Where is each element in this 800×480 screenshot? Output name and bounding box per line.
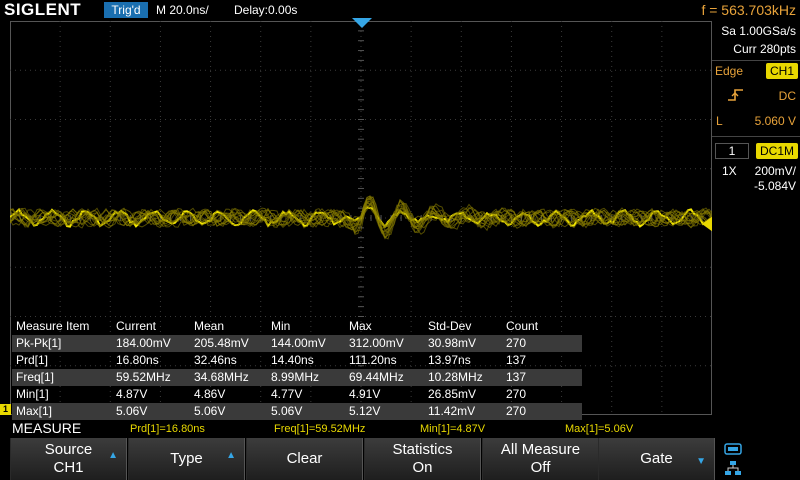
table-cell: 270: [506, 336, 527, 350]
column-header: Max: [349, 319, 372, 333]
menu-title: MEASURE: [12, 420, 82, 436]
table-cell: 32.46ns: [194, 353, 237, 367]
column-header: Std-Dev: [428, 319, 472, 333]
table-cell: 137: [506, 353, 527, 367]
channel1-offset-marker[interactable]: 1: [0, 404, 11, 415]
delay-readout: Delay:0.00s: [234, 3, 298, 17]
channel1-waveform: [10, 195, 712, 240]
statistics-softkey[interactable]: Statistics On: [364, 438, 481, 480]
column-header: Mean: [194, 319, 225, 333]
softkey-value: CH1: [53, 459, 84, 476]
column-header: Min: [271, 319, 291, 333]
gate-softkey[interactable]: Gate ▼: [598, 438, 715, 480]
memory-depth: Curr 280pts: [733, 42, 796, 56]
measure-summary: Min[1]=4.87V: [420, 423, 486, 435]
softkey-value: Off: [530, 459, 551, 476]
volts-per-div: 200mV/: [754, 164, 796, 178]
measure-item: Pk-Pk[1]: [16, 336, 62, 350]
table-cell: 16.80ns: [116, 353, 159, 367]
table-row: Freq[1] 59.52MHz 34.68MHz 8.99MHz 69.44M…: [12, 369, 582, 386]
column-header: Measure Item: [16, 319, 90, 333]
measure-item: Max[1]: [16, 404, 53, 418]
brand-logo: SIGLENT: [4, 0, 82, 19]
table-cell: 4.87V: [116, 387, 148, 401]
rising-edge-icon: [728, 89, 743, 101]
softkey-bar: Source CH1 ▲ Type ▲ Clear Statistics On …: [0, 438, 800, 480]
column-header: Current: [116, 319, 157, 333]
down-arrow-icon: ▼: [696, 456, 706, 467]
network-icon: [725, 461, 741, 475]
trigger-position-marker[interactable]: [352, 18, 372, 28]
frequency-counter: f = 563.703kHz: [701, 2, 796, 18]
measure-summary: Max[1]=5.06V: [565, 423, 634, 435]
column-header: Count: [506, 319, 539, 333]
divider: [712, 136, 800, 137]
trigger-level-label: L: [716, 114, 723, 128]
source-softkey[interactable]: Source CH1 ▲: [10, 438, 127, 480]
table-cell: 5.06V: [271, 404, 303, 418]
table-row: Min[1] 4.87V 4.86V 4.77V 4.91V 26.85mV 2…: [12, 386, 582, 403]
measure-summary: Freq[1]=59.52MHz: [274, 423, 366, 435]
softkey-label: Statistics: [392, 441, 453, 458]
channel-coupling-badge[interactable]: DC1M: [756, 143, 798, 159]
table-cell: 34.68MHz: [194, 370, 249, 384]
measure-summary: Prd[1]=16.80ns: [130, 423, 205, 435]
table-cell: 5.06V: [194, 404, 226, 418]
up-arrow-icon: ▲: [108, 450, 118, 461]
table-cell: 270: [506, 404, 527, 418]
table-header-row: Measure Item Current Mean Min Max Std-De…: [12, 318, 582, 335]
table-cell: 4.86V: [194, 387, 226, 401]
measure-menu-bar: MEASURE Prd[1]=16.80ns Freq[1]=59.52MHz …: [0, 420, 800, 437]
table-row: Prd[1] 16.80ns 32.46ns 14.40ns 111.20ns …: [12, 352, 582, 369]
table-cell: 30.98mV: [428, 336, 477, 350]
table-cell: 111.20ns: [349, 353, 397, 367]
table-cell: 270: [506, 387, 527, 401]
table-cell: 5.06V: [116, 404, 148, 418]
channel-offset: -5.084V: [753, 179, 796, 193]
table-cell: 11.42mV: [428, 404, 476, 418]
table-cell: 4.91V: [349, 387, 381, 401]
timebase-readout: M 20.0ns/: [156, 3, 209, 17]
table-cell: 144.00mV: [271, 336, 326, 350]
type-softkey[interactable]: Type ▲: [128, 438, 245, 480]
top-status-bar: SIGLENT Trig'd M 20.0ns/ Delay:0.00s f =…: [0, 0, 800, 20]
table-cell: 13.97ns: [428, 353, 471, 367]
measure-item: Freq[1]: [16, 370, 55, 384]
right-info-panel: Sa 1.00GSa/s Curr 280pts Edge CH1 DC L 5…: [712, 20, 800, 420]
trigger-status-badge: Trig'd: [104, 2, 148, 18]
trigger-type: Edge: [715, 64, 744, 78]
probe-attenuation: 1X: [722, 164, 737, 178]
clear-softkey[interactable]: Clear: [246, 438, 363, 480]
table-cell: 26.85mV: [428, 387, 477, 401]
trigger-coupling: DC: [778, 89, 796, 103]
table-cell: 205.48mV: [194, 336, 249, 350]
table-cell: 59.52MHz: [116, 370, 171, 384]
trigger-level-value: 5.060 V: [754, 114, 796, 128]
table-cell: 184.00mV: [116, 336, 171, 350]
table-cell: 8.99MHz: [271, 370, 320, 384]
table-cell: 14.40ns: [271, 353, 314, 367]
softkey-label: All Measure: [500, 441, 581, 458]
measurement-statistics-table: Measure Item Current Mean Min Max Std-De…: [12, 318, 582, 420]
measure-item: Min[1]: [16, 387, 49, 401]
table-cell: 10.28MHz: [428, 370, 483, 384]
measure-item: Prd[1]: [16, 353, 49, 367]
table-cell: 5.12V: [349, 404, 381, 418]
table-row: Pk-Pk[1] 184.00mV 205.48mV 144.00mV 312.…: [12, 335, 582, 352]
up-arrow-icon: ▲: [226, 450, 236, 461]
softkey-value: On: [412, 459, 433, 476]
table-cell: 137: [506, 370, 527, 384]
all-measure-softkey[interactable]: All Measure Off: [482, 438, 599, 480]
table-cell: 69.44MHz: [349, 370, 404, 384]
channel-number[interactable]: 1: [715, 143, 749, 159]
usb-icon: [724, 443, 742, 455]
divider: [712, 60, 800, 61]
trigger-source-badge[interactable]: CH1: [766, 63, 798, 79]
table-cell: 4.77V: [271, 387, 303, 401]
sample-rate: Sa 1.00GSa/s: [721, 24, 796, 38]
table-row: Max[1] 5.06V 5.06V 5.06V 5.12V 11.42mV 2…: [12, 403, 582, 420]
table-cell: 312.00mV: [349, 336, 404, 350]
softkey-label: Clear: [286, 450, 323, 467]
